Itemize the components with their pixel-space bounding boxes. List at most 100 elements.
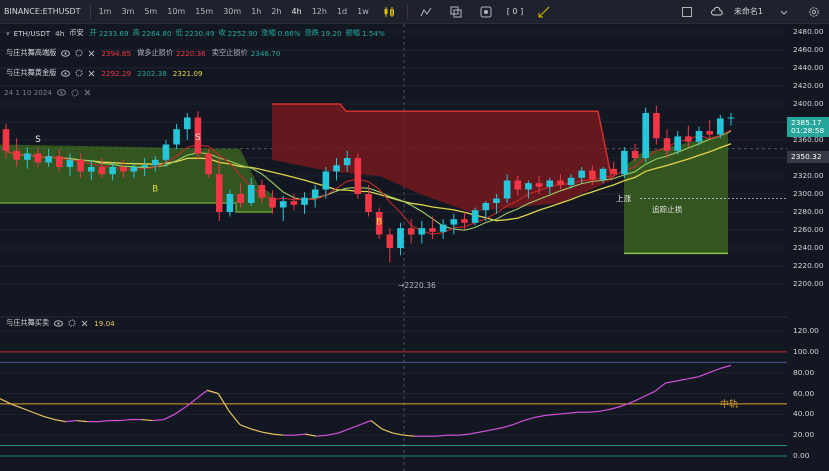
oscillator-axis-label: 0.00 xyxy=(793,451,810,460)
sell-signal-marker: S xyxy=(35,135,41,145)
timeframe-12h[interactable]: 12h xyxy=(307,7,332,16)
fullscreen-icon[interactable] xyxy=(678,3,696,21)
low-price-marker: →2220.36 xyxy=(398,281,436,290)
settings-icon[interactable] xyxy=(75,49,83,57)
eye-icon[interactable] xyxy=(61,49,71,57)
indicators-icon[interactable] xyxy=(417,3,435,21)
price-axis-label: 2400.00 xyxy=(793,99,824,108)
chevron-down-icon[interactable] xyxy=(775,3,793,21)
candle-body xyxy=(642,113,650,158)
last-price-tag: 2385.17 01:28:58 xyxy=(787,117,829,137)
chevron-down-icon[interactable]: ▾ xyxy=(6,29,10,38)
cloud-icon[interactable] xyxy=(708,3,726,21)
candle-body xyxy=(183,117,191,130)
legend-close: 2252.90 xyxy=(227,28,258,38)
oscillator-segment xyxy=(534,414,546,419)
oscillator-axis-label: 80.00 xyxy=(793,367,815,377)
timeframe-1d[interactable]: 1d xyxy=(332,7,352,16)
timeframe-10m[interactable]: 10m xyxy=(162,7,190,16)
candle-body xyxy=(450,219,458,225)
timeframe-5m[interactable]: 5m xyxy=(139,7,162,16)
legend-high-label: 高 xyxy=(132,28,140,37)
close-icon[interactable] xyxy=(84,89,91,96)
timeframe-3m[interactable]: 3m xyxy=(116,7,139,16)
layout-counter[interactable]: [ 0 ] xyxy=(501,7,529,16)
close-icon[interactable] xyxy=(81,320,88,327)
timeframe-1w[interactable]: 1w xyxy=(352,7,374,16)
candle-body xyxy=(2,129,10,151)
candle-body xyxy=(717,118,724,135)
timeframe-2h[interactable]: 2h xyxy=(266,7,286,16)
timeframe-30m[interactable]: 30m xyxy=(218,7,246,16)
oscillator-segment xyxy=(98,419,110,423)
bar-countdown: 01:28:58 xyxy=(791,125,825,135)
trailing-stop-label: 追踪止损 xyxy=(652,205,683,214)
eye-icon[interactable] xyxy=(54,319,64,327)
eye-icon[interactable] xyxy=(61,69,71,77)
drawing-tool-icon[interactable] xyxy=(535,3,553,21)
candle-body xyxy=(301,197,308,205)
price-axis-label: 2220.00 xyxy=(793,261,824,270)
oscillator-value: 19.04 xyxy=(94,318,115,328)
alert-icon[interactable] xyxy=(477,3,495,21)
close-icon[interactable] xyxy=(88,50,95,57)
oscillator-segment xyxy=(65,419,77,423)
oscillator-segment xyxy=(589,410,601,413)
oscillator-segment xyxy=(643,390,655,398)
rise-signal-label: 上涨 xyxy=(616,194,632,203)
price-axis-label: 2240.00 xyxy=(793,243,824,252)
candle-body xyxy=(354,158,362,194)
candle-body xyxy=(322,171,330,190)
chart-canvas[interactable]: S B S B xyxy=(0,24,829,471)
candle-body xyxy=(13,150,20,160)
legend-open: 2233.69 xyxy=(98,28,129,38)
price-axis-label: 2480.00 xyxy=(793,27,824,36)
candle-body xyxy=(258,185,266,198)
timeframe-4h[interactable]: 4h xyxy=(287,7,307,16)
settings-icon[interactable] xyxy=(75,69,83,77)
candle-body xyxy=(247,185,255,203)
candle-body xyxy=(173,129,180,145)
indicator-name: 与庄共舞黄金版 xyxy=(6,68,57,77)
candle-body xyxy=(418,228,426,235)
oscillator-segment xyxy=(359,420,372,426)
oscillator-segment xyxy=(174,406,186,415)
candle-type-icon[interactable] xyxy=(380,3,398,21)
eye-icon[interactable] xyxy=(57,89,67,96)
oscillator-segment xyxy=(654,382,666,392)
timeframe-1m[interactable]: 1m xyxy=(94,7,117,16)
oscillator-axis-label: 120.00 xyxy=(793,326,819,335)
oscillator-segment xyxy=(676,378,688,382)
buy-signal-marker: B xyxy=(376,218,382,228)
oscillator-segment xyxy=(228,410,241,426)
oscillator-segment xyxy=(10,403,23,409)
legend-low: 2230.49 xyxy=(184,28,215,38)
buy-signal-marker: B xyxy=(152,184,158,194)
candle-body xyxy=(151,159,159,166)
candle-body xyxy=(557,180,564,185)
oscillator-segment xyxy=(163,413,175,421)
oscillator-segment xyxy=(665,380,677,384)
timeframe-15m[interactable]: 15m xyxy=(190,7,218,16)
price-axis-label: 2280.00 xyxy=(793,207,824,216)
timeframe-1h[interactable]: 1h xyxy=(246,7,266,16)
indicator-value-2: 2302.38 xyxy=(137,68,167,78)
close-icon[interactable] xyxy=(88,70,95,77)
candle-body xyxy=(663,138,671,151)
legend-close-label: 收 xyxy=(218,28,226,37)
candle-body xyxy=(311,189,319,198)
compare-icon[interactable] xyxy=(447,3,465,21)
candle-body xyxy=(546,180,554,187)
oscillator-segment xyxy=(708,367,721,374)
symbol-search[interactable]: BINANCE:ETHUSDT xyxy=(0,7,87,16)
candle-body xyxy=(578,170,586,178)
price-axis-label: 2260.00 xyxy=(793,225,824,234)
candle-body xyxy=(397,228,404,248)
legend-change: 19.20 xyxy=(321,28,342,38)
settings-gear-icon[interactable] xyxy=(805,3,823,21)
oscillator-segment xyxy=(370,420,383,430)
settings-icon[interactable] xyxy=(71,89,79,97)
settings-icon[interactable] xyxy=(68,319,76,327)
layout-name[interactable]: 未命名1 xyxy=(734,6,763,17)
legend-amplitude-label: 振幅 xyxy=(345,28,360,37)
